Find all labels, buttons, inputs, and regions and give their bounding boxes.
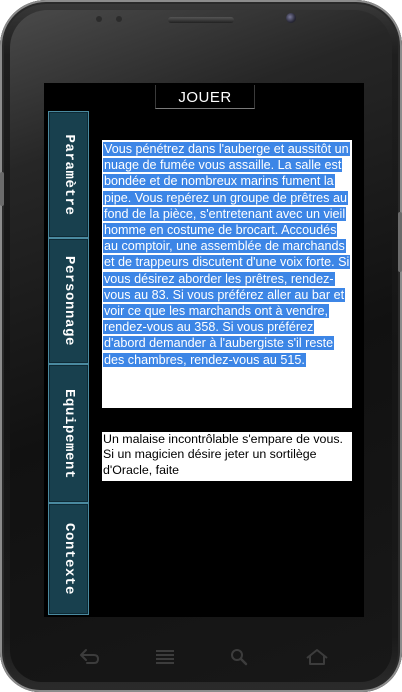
- light-sensor: [116, 16, 122, 22]
- search-icon[interactable]: [229, 648, 249, 666]
- story-text[interactable]: Vous pénétrez dans l'auberge et aussitôt…: [103, 142, 351, 367]
- tab-equipement[interactable]: Equipement: [48, 364, 89, 503]
- tab-personnage[interactable]: Personnage: [48, 238, 89, 364]
- volume-key: [0, 172, 4, 206]
- front-camera: [286, 13, 296, 23]
- proximity-sensor: [96, 16, 102, 22]
- tab-parametre[interactable]: Paramètre: [48, 111, 89, 238]
- story-text-block: Vous pénétrez dans l'auberge et aussitôt…: [102, 140, 352, 368]
- back-icon[interactable]: [78, 648, 100, 666]
- story-panel[interactable]: Vous pénétrez dans l'auberge et aussitôt…: [102, 140, 352, 408]
- tab-contexte[interactable]: Contexte: [48, 503, 89, 615]
- title-bar: JOUER: [155, 85, 255, 109]
- menu-icon[interactable]: [154, 648, 176, 666]
- home-icon[interactable]: [305, 648, 329, 666]
- tab-label: Personnage: [60, 255, 77, 347]
- page-title: JOUER: [178, 89, 232, 106]
- app-screen: JOUER Paramètre Personnage Equipement Co…: [44, 83, 364, 617]
- phone-frame: JOUER Paramètre Personnage Equipement Co…: [0, 0, 402, 692]
- power-key: [398, 212, 402, 272]
- tab-label: Contexte: [60, 522, 77, 596]
- tab-label: Paramètre: [60, 133, 77, 216]
- event-panel[interactable]: Un malaise incontrôlable s'empare de vou…: [102, 432, 352, 481]
- event-text: Un malaise incontrôlable s'empare de vou…: [103, 432, 343, 477]
- tab-label: Equipement: [60, 388, 77, 479]
- earpiece-speaker: [168, 17, 234, 23]
